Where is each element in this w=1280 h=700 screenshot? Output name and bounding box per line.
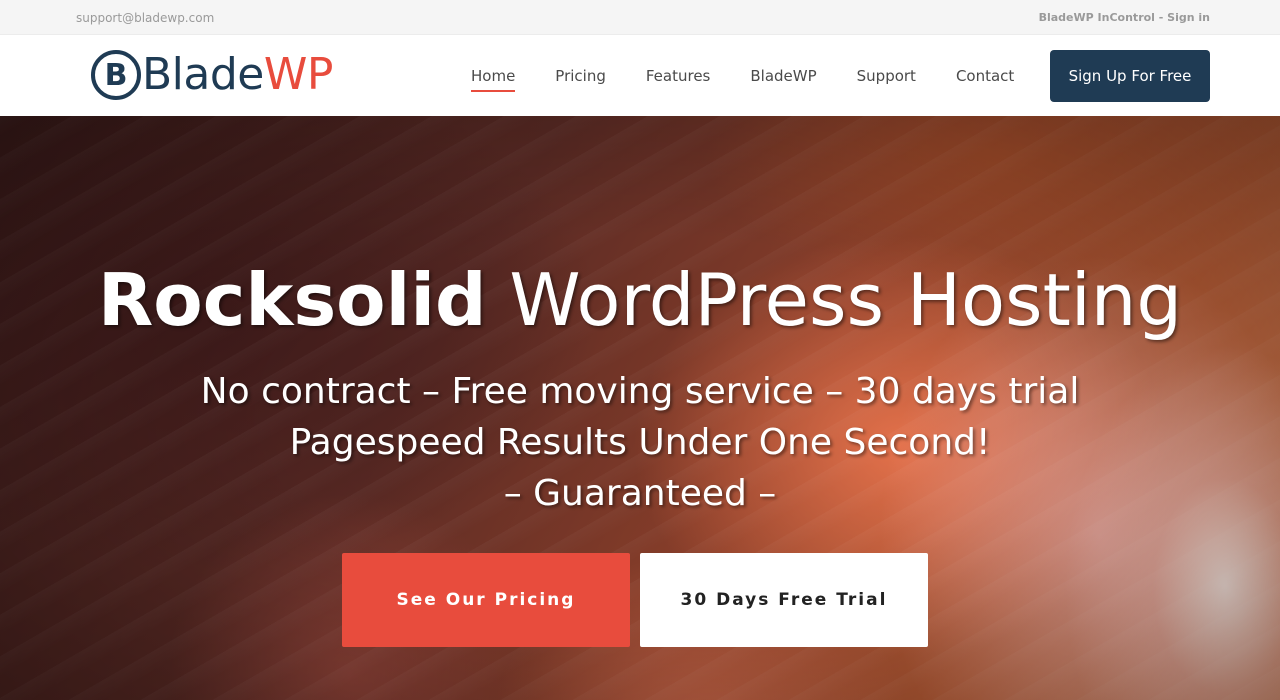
headline-bold: Rocksolid [97,258,487,342]
support-email[interactable]: support@bladewp.com [76,11,214,25]
free-trial-button[interactable]: 30 Days Free Trial [640,553,928,647]
hero-subline-pagespeed: Pagespeed Results Under One Second! [289,422,991,463]
hero-subline-guaranteed: – Guaranteed – [503,473,777,514]
headline-rest: WordPress Hosting [486,258,1183,342]
logo-initial: B [105,58,128,93]
logo-text-blade: Blade [142,49,264,100]
nav-item-home[interactable]: Home [451,67,535,92]
see-pricing-button[interactable]: See Our Pricing [342,553,630,647]
sign-up-button[interactable]: Sign Up For Free [1050,50,1210,102]
account-sign-in-link[interactable]: BladeWP InControl - Sign in [1039,11,1210,24]
hero-section: Rocksolid WordPress Hosting No contract … [0,116,1280,700]
nav-item-support[interactable]: Support [837,67,936,85]
logo-b-icon: B [91,50,141,100]
top-bar: support@bladewp.com BladeWP InControl - … [0,0,1280,35]
logo-wordmark: BladeWP [142,53,333,97]
nav-item-bladewp[interactable]: BladeWP [730,67,836,85]
site-header: B BladeWP Home Pricing Features BladeWP … [0,35,1280,116]
hero-subline-contract: No contract – Free moving service – 30 d… [200,371,1080,412]
hero-headline: Rocksolid WordPress Hosting [0,264,1280,336]
nav-item-features[interactable]: Features [626,67,731,85]
nav-item-pricing[interactable]: Pricing [535,67,626,85]
sign-in-link[interactable]: BladeWP InControl - Sign in [1039,11,1210,24]
site-logo[interactable]: B BladeWP [90,48,333,102]
logo-text-wp: WP [263,49,334,100]
nav-item-contact[interactable]: Contact [936,67,1034,85]
main-nav: Home Pricing Features BladeWP Support Co… [451,35,1034,116]
